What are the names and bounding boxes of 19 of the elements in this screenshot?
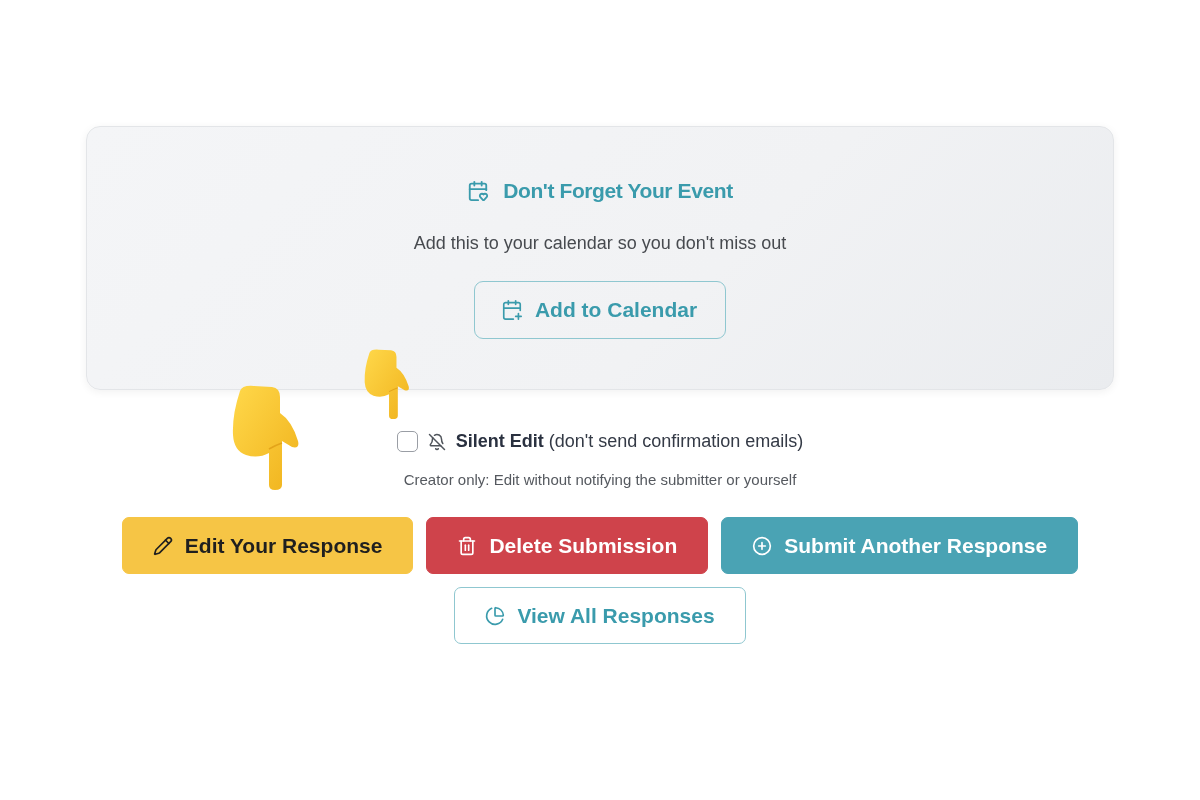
silent-edit-hint: Creator only: Edit without notifying the submitter or yourself xyxy=(403,471,797,488)
edit-button[interactable]: Edit Your Response xyxy=(121,517,414,574)
bell-off-icon xyxy=(427,432,446,451)
pie-chart-icon xyxy=(485,605,506,626)
calendar-plus-icon xyxy=(500,299,523,321)
calendar-heart-icon xyxy=(467,180,490,202)
card-title: Don't Forget Your Event xyxy=(503,179,733,203)
card-subtitle: Add this to your calendar so you don't miss out xyxy=(413,232,787,254)
silent-edit-checkbox[interactable] xyxy=(396,431,418,452)
submit-button[interactable]: Submit Another Response xyxy=(721,517,1079,574)
delete-button[interactable]: Delete Submission xyxy=(426,517,709,574)
plus-circle-icon xyxy=(752,535,773,556)
pointing-hand-icon xyxy=(232,385,300,490)
silent-edit-label: Silent Edit (don't send confirmation emails) xyxy=(455,431,804,452)
pointing-hand-icon xyxy=(364,349,410,419)
trash-icon xyxy=(457,535,478,556)
pencil-icon xyxy=(152,535,173,556)
add-to-calendar-button[interactable]: Add to Calendar xyxy=(473,281,727,339)
view-button[interactable]: View All Responses xyxy=(454,587,746,644)
